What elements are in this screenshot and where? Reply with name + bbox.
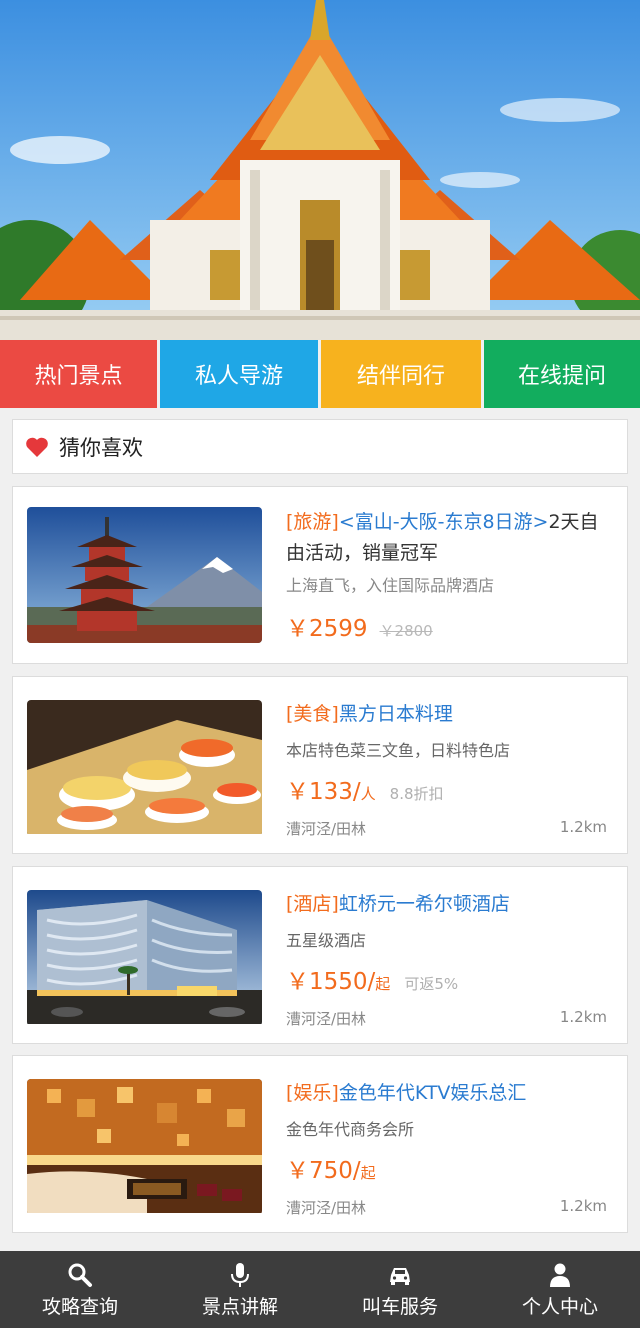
item-old-price: ￥2800 [379, 622, 433, 640]
section-header: 猜你喜欢 [12, 419, 628, 474]
item-tag: [酒店] [286, 893, 339, 915]
item-name: 虹桥元一希尔顿酒店 [338, 893, 510, 915]
item-subtitle: 上海直飞，入住国际品牌酒店 [286, 576, 495, 595]
tab-taxi-service[interactable]: 叫车服务 [320, 1251, 480, 1328]
heart-icon [26, 437, 48, 457]
item-discount: 8.8折扣 [389, 785, 444, 803]
item-price-unit: 人 [360, 785, 376, 803]
list-item[interactable]: [娱乐]金色年代KTV娱乐总汇 金色年代商务会所 ￥750/起 漕河泾/田林 1… [12, 1055, 628, 1233]
bottom-tab-bar: 攻略查询 景点讲解 叫车服务 个人中心 [0, 1251, 640, 1328]
quick-nav: 热门景点 私人导游 结伴同行 在线提问 [0, 340, 640, 408]
item-title[interactable]: [美食]黑方日本料理 [286, 699, 615, 730]
search-icon [68, 1263, 92, 1287]
item-distance: 1.2km [559, 1008, 607, 1026]
item-distance: 1.2km [559, 818, 607, 836]
item-price: ￥1550/ [286, 969, 376, 995]
item-price-unit: 起 [375, 975, 391, 993]
item-tag: [美食] [286, 703, 339, 725]
ktv-room-image [27, 1079, 262, 1213]
section-title: 猜你喜欢 [59, 435, 143, 460]
hot-spots-button[interactable]: 热门景点 [0, 340, 157, 408]
list-item[interactable]: [旅游]<富山-大阪-东京8日游>2天自由活动，销量冠军 上海直飞，入住国际品牌… [12, 486, 628, 664]
item-thumbnail [27, 700, 262, 836]
list-item[interactable]: [美食]黑方日本料理 本店特色菜三文鱼，日料特色店 ￥133/人 8.8折扣 漕… [12, 676, 628, 854]
tab-label: 景点讲解 [201, 1296, 278, 1318]
item-name: 黑方日本料理 [338, 703, 453, 725]
banner-image[interactable] [0, 0, 640, 340]
item-tag: [旅游] [286, 511, 339, 533]
tab-guide-search[interactable]: 攻略查询 [0, 1251, 160, 1328]
item-subtitle: 金色年代商务会所 [286, 1120, 415, 1139]
item-price: ￥750/ [286, 1158, 361, 1184]
item-thumbnail [27, 507, 262, 643]
item-location: 漕河泾/田林 [286, 1199, 367, 1217]
tab-label: 叫车服务 [361, 1296, 438, 1318]
item-price: ￥2599 [286, 616, 368, 642]
hotel-building-image [27, 890, 262, 1024]
item-name: 金色年代KTV娱乐总汇 [338, 1082, 527, 1104]
item-thumbnail [27, 1079, 262, 1215]
item-price-unit: 起 [360, 1164, 376, 1182]
item-subtitle: 本店特色菜三文鱼，日料特色店 [286, 741, 511, 760]
tab-label: 个人中心 [521, 1296, 598, 1318]
item-tag: [娱乐] [286, 1082, 339, 1104]
private-guide-button[interactable]: 私人导游 [160, 340, 318, 408]
item-title[interactable]: [娱乐]金色年代KTV娱乐总汇 [286, 1078, 615, 1109]
temple-illustration [0, 0, 640, 340]
list-item[interactable]: [酒店]虹桥元一希尔顿酒店 五星级酒店 ￥1550/起 可返5% 漕河泾/田林 … [12, 866, 628, 1044]
microphone-icon [231, 1263, 249, 1287]
tab-personal-center[interactable]: 个人中心 [480, 1251, 640, 1328]
item-name: <富山-大阪-东京8日游> [338, 511, 549, 533]
tab-attraction-audio[interactable]: 景点讲解 [160, 1251, 320, 1328]
person-icon [550, 1263, 570, 1287]
item-cashback: 可返5% [404, 975, 459, 993]
item-location: 漕河泾/田林 [286, 1010, 367, 1028]
item-location: 漕河泾/田林 [286, 820, 367, 838]
travel-companion-button[interactable]: 结伴同行 [321, 340, 481, 408]
item-subtitle: 五星级酒店 [286, 931, 367, 950]
item-price: ￥133/ [286, 779, 361, 805]
item-title[interactable]: [旅游]<富山-大阪-东京8日游>2天自由活动，销量冠军 [286, 507, 615, 569]
car-icon [390, 1268, 410, 1285]
sushi-platter-image [27, 700, 262, 834]
tab-label: 攻略查询 [41, 1296, 118, 1318]
item-thumbnail [27, 890, 262, 1026]
item-title[interactable]: [酒店]虹桥元一希尔顿酒店 [286, 889, 615, 920]
mount-fuji-pagoda-image [27, 507, 262, 643]
online-question-button[interactable]: 在线提问 [484, 340, 640, 408]
item-distance: 1.2km [559, 1197, 607, 1215]
